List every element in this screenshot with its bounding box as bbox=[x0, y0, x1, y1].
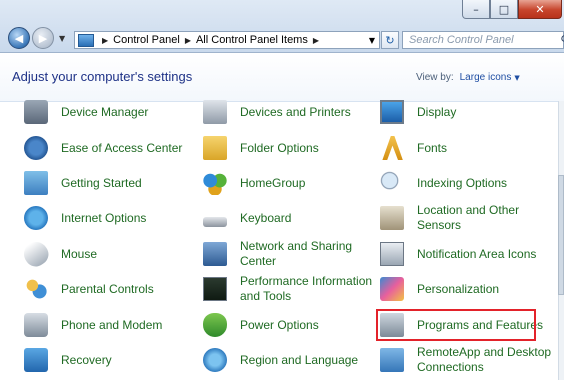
list-item[interactable]: Personalization bbox=[380, 271, 499, 307]
page-title: Adjust your computer's settings bbox=[12, 69, 193, 84]
phone-modem-icon bbox=[24, 313, 48, 337]
list-item[interactable]: Parental Controls bbox=[24, 271, 154, 307]
item-label[interactable]: Recovery bbox=[61, 353, 112, 368]
internet-options-icon bbox=[24, 206, 48, 230]
list-item[interactable]: Internet Options bbox=[24, 200, 146, 236]
item-label[interactable]: Network and Sharing Center bbox=[240, 239, 370, 269]
item-label[interactable]: Location and Other Sensors bbox=[417, 203, 547, 233]
address-bar[interactable]: ▶ Control Panel ▶ All Control Panel Item… bbox=[74, 31, 380, 49]
list-item[interactable]: Folder Options bbox=[203, 130, 319, 166]
list-item[interactable]: Device Manager bbox=[24, 94, 148, 130]
list-item[interactable]: Performance Information and Tools bbox=[203, 271, 375, 307]
breadcrumb-separator-icon[interactable]: ▶ bbox=[102, 36, 108, 45]
list-item[interactable]: Network and Sharing Center bbox=[203, 236, 370, 272]
item-label[interactable]: Mouse bbox=[61, 247, 97, 262]
remoteapp-icon bbox=[380, 348, 404, 372]
item-label[interactable]: Keyboard bbox=[240, 211, 291, 226]
list-item[interactable]: Getting Started bbox=[24, 165, 142, 201]
scrollbar-thumb[interactable] bbox=[558, 175, 564, 295]
item-label[interactable]: Parental Controls bbox=[61, 282, 154, 297]
display-icon bbox=[380, 100, 404, 124]
search-input[interactable]: Search Control Panel ⚲ bbox=[402, 31, 564, 49]
breadcrumb-separator-icon[interactable]: ▶ bbox=[313, 36, 319, 45]
item-label[interactable]: Fonts bbox=[417, 141, 447, 156]
performance-icon bbox=[203, 277, 227, 301]
item-label[interactable]: Performance Information and Tools bbox=[240, 274, 375, 304]
minimize-button[interactable]: – bbox=[462, 0, 490, 19]
notification-area-icon bbox=[380, 242, 404, 266]
mouse-icon bbox=[19, 237, 53, 271]
power-options-icon bbox=[203, 313, 227, 337]
item-label[interactable]: Ease of Access Center bbox=[61, 141, 182, 156]
view-by-control[interactable]: View by: Large icons ▼ bbox=[416, 72, 520, 83]
keyboard-icon bbox=[203, 216, 227, 227]
item-label[interactable]: Phone and Modem bbox=[61, 318, 162, 333]
breadcrumb-control-panel[interactable]: Control Panel bbox=[113, 34, 180, 46]
highlight-box bbox=[376, 309, 536, 341]
control-panel-icon bbox=[78, 33, 94, 47]
search-icon[interactable]: ⚲ bbox=[560, 33, 564, 47]
list-item[interactable]: Ease of Access Center bbox=[24, 130, 182, 166]
fonts-icon bbox=[382, 136, 403, 160]
folder-options-icon bbox=[203, 136, 227, 160]
close-button[interactable]: ✕ bbox=[518, 0, 562, 19]
list-item[interactable]: Mouse bbox=[19, 236, 97, 272]
item-label[interactable]: Notification Area Icons bbox=[417, 247, 536, 262]
ease-of-access-icon bbox=[24, 136, 48, 160]
item-label[interactable]: Region and Language bbox=[240, 353, 358, 368]
list-item[interactable]: Display bbox=[380, 94, 456, 130]
item-label[interactable]: Display bbox=[417, 105, 456, 120]
recent-pages-dropdown-icon[interactable]: ▼ bbox=[59, 34, 65, 43]
homegroup-icon bbox=[203, 171, 227, 195]
item-label[interactable]: RemoteApp and Desktop Connections bbox=[417, 345, 564, 375]
list-item[interactable]: Recovery bbox=[24, 342, 112, 378]
personalization-icon bbox=[380, 277, 404, 301]
list-item[interactable]: RemoteApp and Desktop Connections bbox=[380, 342, 564, 378]
list-item[interactable]: Fonts bbox=[380, 130, 447, 166]
item-label[interactable]: Power Options bbox=[240, 318, 319, 333]
breadcrumb-separator-icon[interactable]: ▶ bbox=[185, 36, 191, 45]
navigation-buttons: ◀ ▶ ▼ bbox=[8, 26, 68, 50]
item-label[interactable]: Folder Options bbox=[240, 141, 319, 156]
back-button[interactable]: ◀ bbox=[8, 27, 30, 49]
breadcrumb-all-items[interactable]: All Control Panel Items bbox=[196, 34, 308, 46]
list-item[interactable]: HomeGroup bbox=[203, 165, 305, 201]
list-item[interactable]: Phone and Modem bbox=[24, 307, 162, 343]
device-manager-icon bbox=[24, 100, 48, 124]
list-item[interactable]: Region and Language bbox=[203, 342, 358, 378]
address-dropdown-icon[interactable]: ▼ bbox=[369, 36, 375, 45]
search-placeholder: Search Control Panel bbox=[409, 34, 514, 46]
devices-printers-icon bbox=[203, 100, 227, 124]
list-item[interactable]: Keyboard bbox=[203, 200, 291, 236]
list-item[interactable]: Indexing Options bbox=[380, 165, 507, 201]
list-item[interactable]: Location and Other Sensors bbox=[380, 200, 547, 236]
view-by-label: View by: bbox=[416, 72, 454, 83]
list-item[interactable]: Power Options bbox=[203, 307, 319, 343]
forward-button[interactable]: ▶ bbox=[32, 27, 54, 49]
network-sharing-icon bbox=[203, 242, 227, 266]
item-label[interactable]: Devices and Printers bbox=[240, 105, 351, 120]
item-label[interactable]: Device Manager bbox=[61, 105, 148, 120]
maximize-button[interactable]: □ bbox=[490, 0, 518, 19]
item-label[interactable]: Personalization bbox=[417, 282, 499, 297]
list-item[interactable]: Devices and Printers bbox=[203, 94, 351, 130]
view-by-value[interactable]: Large icons bbox=[460, 72, 512, 83]
list-item[interactable]: Notification Area Icons bbox=[380, 236, 536, 272]
item-label[interactable]: HomeGroup bbox=[240, 176, 305, 191]
item-label[interactable]: Internet Options bbox=[61, 211, 146, 226]
getting-started-icon bbox=[24, 171, 48, 195]
location-sensors-icon bbox=[380, 206, 404, 230]
region-language-icon bbox=[203, 348, 227, 372]
window-controls: – □ ✕ bbox=[462, 0, 562, 20]
chevron-down-icon[interactable]: ▼ bbox=[514, 74, 519, 82]
indexing-options-icon bbox=[380, 171, 404, 195]
parental-controls-icon bbox=[24, 277, 48, 301]
refresh-button[interactable]: ↻ bbox=[381, 31, 399, 49]
item-label[interactable]: Getting Started bbox=[61, 176, 142, 191]
item-label[interactable]: Indexing Options bbox=[417, 176, 507, 191]
recovery-icon bbox=[24, 348, 48, 372]
